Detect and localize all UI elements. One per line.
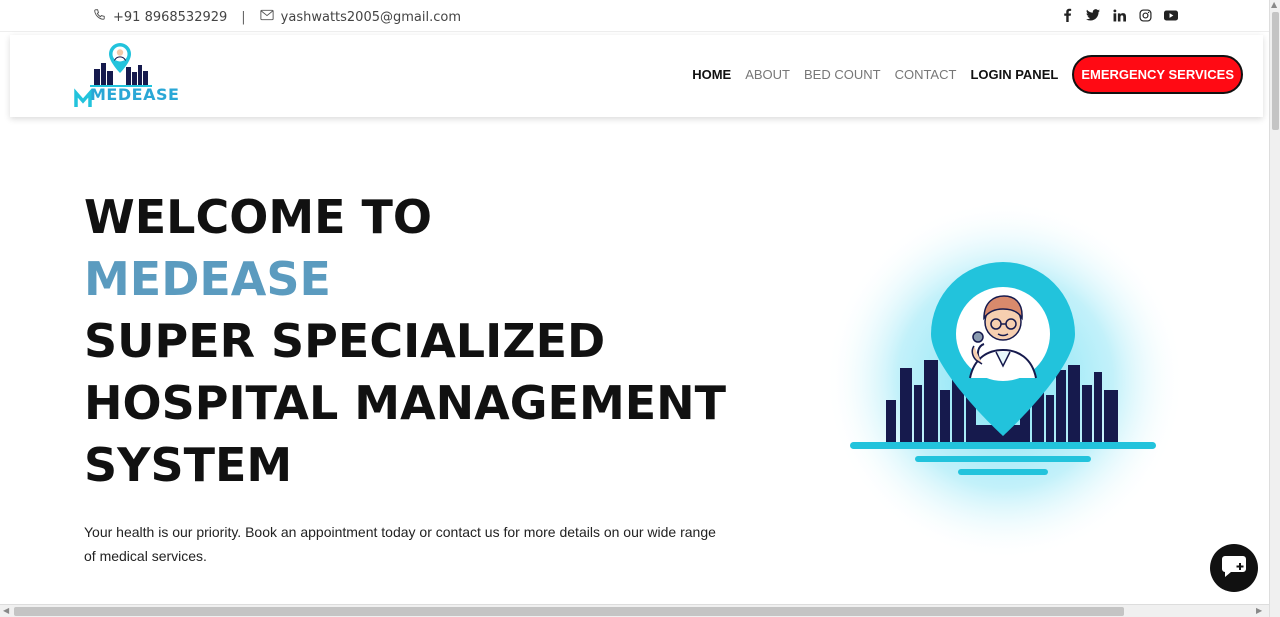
phone-icon: [92, 8, 106, 26]
email-address: yashwatts2005@gmail.com: [280, 9, 461, 25]
hero-brand-name: MEDEASE: [84, 252, 331, 306]
hero-title: WELCOME TO MEDEASE SUPER SPECIALIZED HOS…: [84, 186, 726, 496]
scroll-left-arrow[interactable]: ◀: [3, 606, 9, 615]
nav-home[interactable]: HOME: [692, 67, 731, 82]
instagram-icon[interactable]: [1138, 8, 1152, 22]
linkedin-icon[interactable]: [1112, 8, 1126, 22]
social-links: [1060, 8, 1178, 22]
phone-number: +91 8968532929: [113, 9, 228, 25]
vertical-scroll-thumb[interactable]: [1272, 12, 1279, 130]
chat-bubble-icon: [1221, 554, 1247, 582]
horizontal-scroll-thumb[interactable]: [14, 607, 1124, 616]
emergency-services-button[interactable]: EMERGENCY SERVICES: [1072, 55, 1243, 94]
nav-bed-count[interactable]: BED COUNT: [804, 67, 881, 82]
top-contact-bar: +91 8968532929 | yashwatts2005@gmail.com: [0, 0, 1269, 32]
logo-text: MEDEASE: [90, 85, 180, 104]
twitter-icon[interactable]: [1086, 8, 1100, 22]
hero-description: Your health is our priority. Book an app…: [84, 524, 716, 564]
facebook-icon[interactable]: [1060, 8, 1074, 22]
nav-about[interactable]: ABOUT: [745, 67, 790, 82]
scroll-right-arrow[interactable]: ▶: [1256, 606, 1262, 615]
contact-separator: |: [241, 9, 246, 25]
chat-widget-button[interactable]: [1210, 544, 1258, 592]
hero-line-specialized: SUPER SPECIALIZED: [84, 314, 606, 368]
site-header: MEDEASE HOME ABOUT BED COUNT CONTACT LOG…: [10, 35, 1263, 117]
hero-line-hospital: HOSPITAL MANAGEMENT: [84, 376, 727, 430]
horizontal-scrollbar[interactable]: ◀ ▶: [0, 604, 1269, 617]
phone-contact[interactable]: +91 8968532929: [92, 8, 227, 26]
main-nav: HOME ABOUT BED COUNT CONTACT LOGIN PANEL…: [692, 55, 1243, 94]
hero-line-system: SYSTEM: [84, 438, 293, 492]
scroll-up-arrow[interactable]: ▲: [1271, 0, 1277, 9]
hero-illustration: [820, 200, 1200, 560]
mail-icon: [260, 9, 274, 25]
youtube-icon[interactable]: [1164, 8, 1178, 22]
hero-line-welcome: WELCOME TO: [84, 190, 433, 244]
nav-login-panel[interactable]: LOGIN PANEL: [970, 67, 1058, 82]
vertical-scrollbar[interactable]: ▲: [1269, 0, 1280, 617]
nav-contact[interactable]: CONTACT: [895, 67, 957, 82]
email-contact[interactable]: yashwatts2005@gmail.com: [260, 9, 461, 25]
contact-info: +91 8968532929 | yashwatts2005@gmail.com: [92, 8, 461, 26]
